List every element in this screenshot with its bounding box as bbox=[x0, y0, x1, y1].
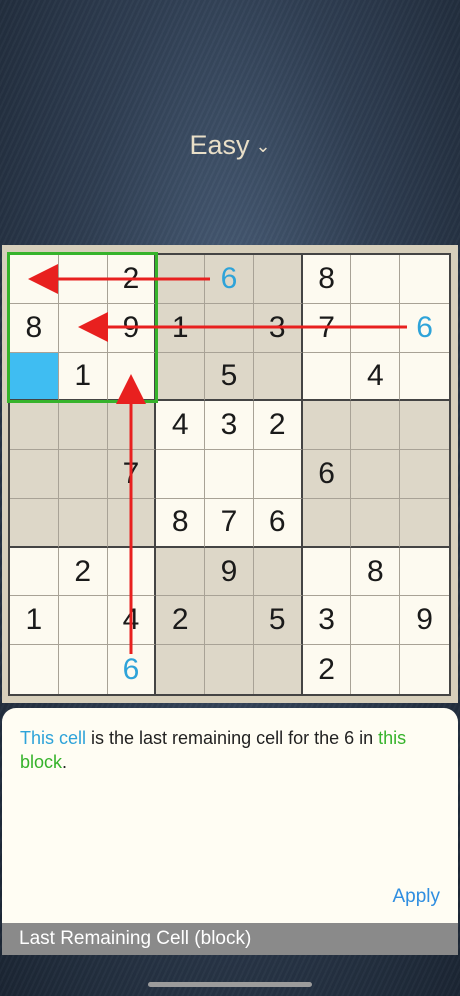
grid-cell-r8c3[interactable] bbox=[156, 645, 206, 694]
grid-cell-r0c1[interactable] bbox=[58, 255, 108, 304]
grid-cell-r4c4[interactable] bbox=[205, 450, 254, 499]
grid-cell-r8c2[interactable]: 6 bbox=[107, 645, 157, 694]
grid-cell-r6c1[interactable]: 2 bbox=[58, 547, 108, 597]
grid-cell-r2c5[interactable] bbox=[253, 352, 303, 402]
grid-cell-r6c7[interactable]: 8 bbox=[351, 547, 401, 597]
grid-cell-r7c6[interactable]: 3 bbox=[302, 596, 352, 646]
grid-cell-r4c1[interactable] bbox=[58, 450, 108, 499]
grid-cell-r4c3[interactable] bbox=[156, 450, 206, 499]
grid-cell-r3c8[interactable] bbox=[400, 401, 449, 451]
grid-cell-r0c2[interactable]: 2 bbox=[107, 255, 157, 304]
home-indicator bbox=[148, 982, 312, 987]
grid-cell-r1c8[interactable]: 6 bbox=[400, 303, 449, 353]
grid-cell-r3c5[interactable]: 2 bbox=[253, 401, 303, 451]
grid-cell-r8c5[interactable] bbox=[253, 645, 303, 694]
grid-cell-r0c5[interactable] bbox=[253, 255, 303, 304]
grid-cell-r2c0[interactable] bbox=[10, 352, 59, 402]
grid-cell-r5c5[interactable]: 6 bbox=[253, 498, 303, 548]
grid-cell-r2c3[interactable] bbox=[156, 352, 206, 402]
grid-cell-r8c8[interactable] bbox=[400, 645, 449, 694]
grid-cell-r8c4[interactable] bbox=[205, 645, 254, 694]
grid-cell-r2c2[interactable] bbox=[107, 352, 157, 402]
grid-cell-r8c0[interactable] bbox=[10, 645, 59, 694]
hint-cell-ref: This cell bbox=[20, 728, 87, 748]
grid-cell-r0c6[interactable]: 8 bbox=[302, 255, 352, 304]
grid-cell-r1c6[interactable]: 7 bbox=[302, 303, 352, 353]
grid-cell-r4c8[interactable] bbox=[400, 450, 449, 499]
grid-cell-r3c7[interactable] bbox=[351, 401, 401, 451]
technique-name: Last Remaining Cell (block) bbox=[19, 928, 252, 949]
grid-cell-r6c5[interactable] bbox=[253, 547, 303, 597]
grid-cell-r3c6[interactable] bbox=[302, 401, 352, 451]
grid-cell-r1c1[interactable] bbox=[58, 303, 108, 353]
grid-cell-r7c4[interactable] bbox=[205, 596, 254, 646]
grid-cell-r7c7[interactable] bbox=[351, 596, 401, 646]
hint-text-end: . bbox=[62, 752, 68, 772]
grid-cell-r2c7[interactable]: 4 bbox=[351, 352, 401, 402]
difficulty-label: Easy bbox=[189, 130, 250, 160]
grid-cell-r1c0[interactable]: 8 bbox=[10, 303, 59, 353]
grid-cell-r8c6[interactable]: 2 bbox=[302, 645, 352, 694]
grid-cell-r7c3[interactable]: 2 bbox=[156, 596, 206, 646]
grid-cell-r7c2[interactable]: 4 bbox=[107, 596, 157, 646]
grid-cell-r0c4[interactable]: 6 bbox=[205, 255, 254, 304]
technique-bar: Last Remaining Cell (block) bbox=[2, 923, 458, 955]
grid-cell-r5c6[interactable] bbox=[302, 498, 352, 548]
grid-cell-r6c6[interactable] bbox=[302, 547, 352, 597]
grid-cell-r5c2[interactable] bbox=[107, 498, 157, 548]
grid-cell-r3c1[interactable] bbox=[58, 401, 108, 451]
chevron-down-icon: ⌄ bbox=[255, 136, 271, 156]
hint-text: This cell is the last remaining cell for… bbox=[20, 726, 440, 774]
grid-cell-r5c1[interactable] bbox=[58, 498, 108, 548]
grid-cell-r4c7[interactable] bbox=[351, 450, 401, 499]
grid-cell-r1c5[interactable]: 3 bbox=[253, 303, 303, 353]
grid-cell-r5c7[interactable] bbox=[351, 498, 401, 548]
grid-cell-r1c4[interactable] bbox=[205, 303, 254, 353]
grid-cell-r4c2[interactable]: 7 bbox=[107, 450, 157, 499]
grid-cell-r4c5[interactable] bbox=[253, 450, 303, 499]
grid-cell-r4c6[interactable]: 6 bbox=[302, 450, 352, 499]
grid-cell-r1c3[interactable]: 1 bbox=[156, 303, 206, 353]
grid-cell-r5c0[interactable] bbox=[10, 498, 59, 548]
grid-cell-r6c0[interactable] bbox=[10, 547, 59, 597]
grid-cell-r0c3[interactable] bbox=[156, 255, 206, 304]
grid-cell-r0c7[interactable] bbox=[351, 255, 401, 304]
grid-cell-r6c4[interactable]: 9 bbox=[205, 547, 254, 597]
grid-cell-r7c0[interactable]: 1 bbox=[10, 596, 59, 646]
grid-cell-r8c7[interactable] bbox=[351, 645, 401, 694]
grid-cell-r3c0[interactable] bbox=[10, 401, 59, 451]
grid-cell-r3c3[interactable]: 4 bbox=[156, 401, 206, 451]
grid-cell-r4c0[interactable] bbox=[10, 450, 59, 499]
sudoku-grid: 2688913761544327687629814253962 bbox=[8, 253, 451, 696]
grid-cell-r6c2[interactable] bbox=[107, 547, 157, 597]
grid-cell-r5c3[interactable]: 8 bbox=[156, 498, 206, 548]
grid-cell-r3c2[interactable] bbox=[107, 401, 157, 451]
grid-cell-r0c8[interactable] bbox=[400, 255, 449, 304]
hint-panel: This cell is the last remaining cell for… bbox=[2, 708, 458, 923]
grid-cell-r7c5[interactable]: 5 bbox=[253, 596, 303, 646]
grid-cell-r3c4[interactable]: 3 bbox=[205, 401, 254, 451]
grid-cell-r5c8[interactable] bbox=[400, 498, 449, 548]
grid-cell-r2c1[interactable]: 1 bbox=[58, 352, 108, 402]
grid-cell-r5c4[interactable]: 7 bbox=[205, 498, 254, 548]
grid-cell-r6c3[interactable] bbox=[156, 547, 206, 597]
grid-cell-r1c7[interactable] bbox=[351, 303, 401, 353]
grid-cell-r6c8[interactable] bbox=[400, 547, 449, 597]
grid-cell-r7c1[interactable] bbox=[58, 596, 108, 646]
grid-cell-r1c2[interactable]: 9 bbox=[107, 303, 157, 353]
grid-cell-r0c0[interactable] bbox=[10, 255, 59, 304]
grid-cell-r7c8[interactable]: 9 bbox=[400, 596, 449, 646]
hint-text-middle: is the last remaining cell for the 6 in bbox=[86, 728, 379, 748]
grid-cell-r8c1[interactable] bbox=[58, 645, 108, 694]
apply-button[interactable]: Apply bbox=[392, 886, 440, 908]
difficulty-selector[interactable]: Easy ⌄ bbox=[0, 130, 460, 161]
grid-cell-r2c8[interactable] bbox=[400, 352, 449, 402]
grid-cell-r2c4[interactable]: 5 bbox=[205, 352, 254, 402]
grid-cell-r2c6[interactable] bbox=[302, 352, 352, 402]
